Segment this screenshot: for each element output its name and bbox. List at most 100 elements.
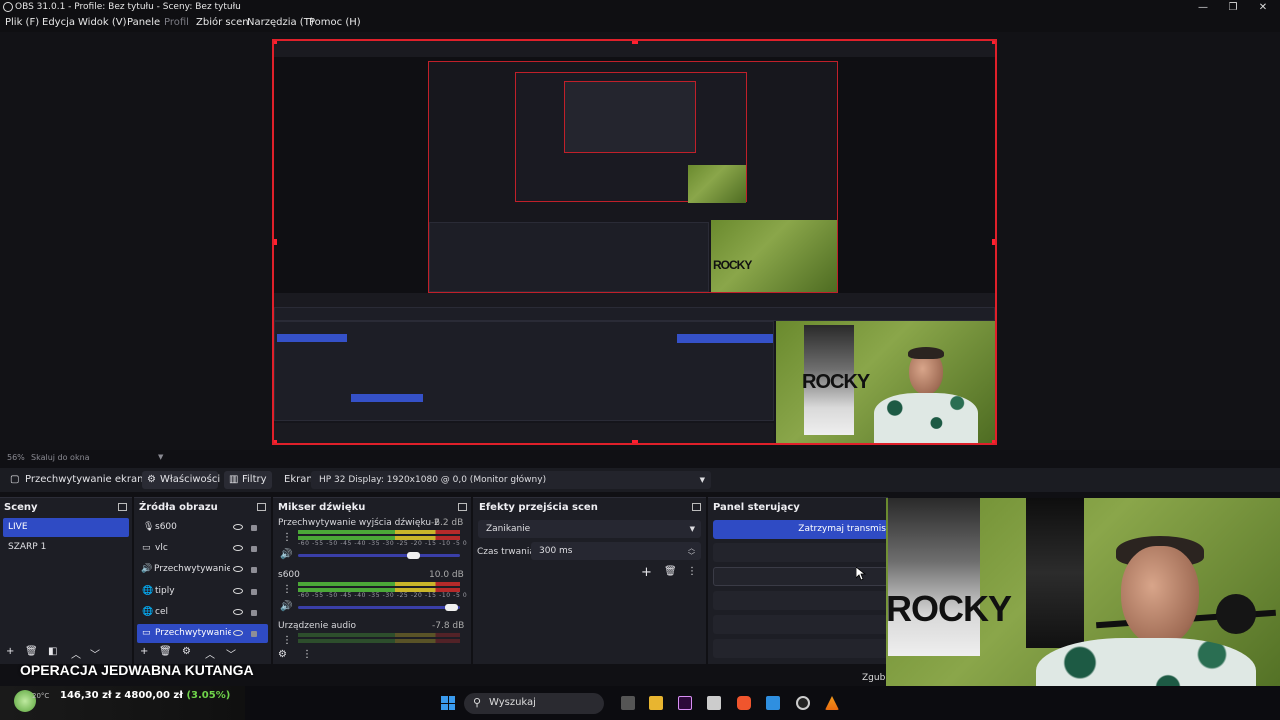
lock-icon[interactable] bbox=[251, 525, 257, 531]
more-icon[interactable]: ⋮ bbox=[687, 566, 697, 577]
nested-stop-btn bbox=[677, 334, 773, 343]
source-item[interactable]: 🌐 tiply bbox=[137, 582, 268, 601]
arrow-up-icon[interactable]: ︿ bbox=[71, 646, 81, 661]
mixer-settings-icon[interactable]: ⚙ bbox=[278, 649, 287, 660]
filters-button[interactable]: ▥ Filtry bbox=[224, 471, 272, 489]
rocky-poster bbox=[888, 498, 980, 656]
add-transition-icon[interactable]: + bbox=[641, 565, 652, 580]
scene-item-live[interactable]: LIVE bbox=[3, 518, 129, 537]
transitions-title: Efekty przejścia scen bbox=[479, 502, 598, 513]
speaker-icon[interactable]: 🔊 bbox=[280, 549, 292, 560]
transition-select[interactable]: Zanikanie ▼ bbox=[478, 520, 701, 538]
trash-icon[interactable]: 🗑 bbox=[159, 646, 172, 657]
menu-tools[interactable]: Narzędzia (T) bbox=[247, 17, 314, 28]
monitor-icon: ▭ bbox=[142, 628, 151, 638]
file-explorer-icon[interactable] bbox=[649, 696, 663, 710]
menu-file[interactable]: Plik (F) bbox=[5, 17, 39, 28]
vlc-icon[interactable] bbox=[825, 696, 839, 710]
eye-icon[interactable] bbox=[233, 524, 243, 530]
filters-label: Filtry bbox=[242, 474, 267, 485]
dock-float-icon[interactable] bbox=[692, 503, 701, 511]
menu-profile[interactable]: Profil bbox=[164, 17, 189, 28]
gear-icon[interactable]: ⚙ bbox=[182, 646, 191, 657]
scene-item-szarp[interactable]: SZARP 1 bbox=[3, 538, 129, 557]
channel-name: s600 bbox=[278, 570, 300, 580]
add-source-icon[interactable]: + bbox=[140, 646, 148, 657]
channel-db: -6.2 dB bbox=[431, 518, 464, 528]
control-button[interactable] bbox=[713, 639, 888, 658]
source-item[interactable]: 🌐 cel bbox=[137, 603, 268, 622]
nested-source-sel bbox=[351, 394, 423, 402]
scenes-dock: Sceny LIVE SZARP 1 + 🗑 ◧ ︿ ﹀ bbox=[0, 497, 132, 664]
trash-icon[interactable]: 🗑 bbox=[25, 646, 38, 657]
more-icon[interactable]: ⋮ bbox=[282, 532, 292, 543]
premiere-icon[interactable] bbox=[678, 696, 692, 710]
more-icon[interactable]: ⋮ bbox=[282, 635, 292, 646]
display-select[interactable]: HP 32 Display: 1920x1080 @ 0,0 (Monitor … bbox=[311, 471, 711, 489]
control-button[interactable] bbox=[713, 543, 888, 562]
lock-icon[interactable] bbox=[251, 610, 257, 616]
taskbar-search[interactable]: ⚲ Wyszukaj bbox=[464, 693, 604, 714]
godfather-poster bbox=[1026, 498, 1084, 648]
maximize-button[interactable]: ❐ bbox=[1218, 0, 1248, 15]
more-icon[interactable]: ⋮ bbox=[302, 649, 312, 660]
source-item-selected[interactable]: ▭ Przechwytywanie e bbox=[137, 624, 268, 643]
lock-icon[interactable] bbox=[251, 631, 257, 637]
dock-float-icon[interactable] bbox=[118, 503, 127, 511]
app-icon[interactable] bbox=[707, 696, 721, 710]
spin-down-icon[interactable]: ﹀ bbox=[688, 547, 695, 565]
eye-icon[interactable] bbox=[233, 566, 243, 572]
task-view-icon[interactable] bbox=[621, 696, 635, 710]
brave-icon[interactable] bbox=[737, 696, 751, 710]
zoom-dropdown-icon[interactable]: ▼ bbox=[158, 453, 163, 461]
eye-icon[interactable] bbox=[233, 545, 243, 551]
menu-view[interactable]: Widok (V) bbox=[78, 17, 127, 28]
stop-streaming-button[interactable]: Zatrzymaj transmis bbox=[713, 520, 888, 539]
properties-button[interactable]: ⚙ Właściwości bbox=[142, 471, 220, 489]
nested-webcam-small bbox=[688, 165, 746, 203]
preview-canvas[interactable]: ROCKY ROCKY bbox=[272, 39, 997, 445]
app-icon[interactable] bbox=[766, 696, 780, 710]
menu-scene-collection[interactable]: Zbiór scen bbox=[196, 17, 249, 28]
volume-slider[interactable] bbox=[298, 606, 460, 609]
volume-slider[interactable] bbox=[298, 554, 460, 557]
windows-start-icon[interactable] bbox=[441, 696, 455, 710]
lock-icon[interactable] bbox=[251, 546, 257, 552]
sources-dock: Źródła obrazu 🎙 s600 ▭ vlc 🔊 Przechwytyw… bbox=[134, 497, 271, 664]
more-icon[interactable]: ⋮ bbox=[282, 584, 292, 595]
transition-select-value: Zanikanie bbox=[486, 524, 531, 534]
control-button[interactable] bbox=[713, 591, 888, 610]
zoom-mode[interactable]: Skaluj do okna bbox=[31, 453, 90, 462]
db-scale: -60 -55 -50 -45 -40 -35 -30 -25 -20 -15 … bbox=[298, 592, 468, 599]
eye-icon[interactable] bbox=[233, 588, 243, 594]
dock-float-icon[interactable] bbox=[257, 503, 266, 511]
arrow-up-icon[interactable]: ︿ bbox=[205, 646, 215, 661]
source-item[interactable]: 🎙 s600 bbox=[137, 518, 268, 537]
dock-float-icon[interactable] bbox=[458, 503, 467, 511]
control-button[interactable] bbox=[713, 615, 888, 634]
source-item[interactable]: ▭ vlc bbox=[137, 539, 268, 558]
nested-zoomrow bbox=[274, 293, 995, 307]
close-button[interactable]: ✕ bbox=[1248, 0, 1278, 15]
speaker-icon[interactable]: 🔊 bbox=[280, 601, 292, 612]
duration-spinbox[interactable]: 300 ms ︿ ﹀ bbox=[531, 542, 701, 560]
eye-icon[interactable] bbox=[233, 630, 243, 636]
add-scene-icon[interactable]: + bbox=[6, 646, 14, 657]
menu-docks[interactable]: Panele bbox=[127, 17, 160, 28]
volume-slider-knob[interactable] bbox=[445, 604, 458, 611]
filters-icon[interactable]: ◧ bbox=[48, 646, 57, 657]
trash-icon[interactable]: 🗑 bbox=[664, 566, 677, 577]
source-item[interactable]: 🔊 Przechwytywanie w bbox=[137, 560, 268, 579]
menu-help[interactable]: Pomoc (H) bbox=[309, 17, 361, 28]
eye-icon[interactable] bbox=[233, 609, 243, 615]
lock-icon[interactable] bbox=[251, 589, 257, 595]
zoom-percent: 56% bbox=[7, 453, 25, 462]
volume-slider-knob[interactable] bbox=[407, 552, 420, 559]
arrow-down-icon[interactable]: ﹀ bbox=[90, 646, 100, 661]
menu-edit[interactable]: Edycja bbox=[42, 17, 75, 28]
lock-icon[interactable] bbox=[251, 567, 257, 573]
arrow-down-icon[interactable]: ﹀ bbox=[226, 646, 236, 661]
minimize-button[interactable]: — bbox=[1188, 0, 1218, 15]
transitions-dock: Efekty przejścia scen Zanikanie ▼ Czas t… bbox=[473, 497, 706, 664]
obs-icon[interactable] bbox=[796, 696, 810, 710]
